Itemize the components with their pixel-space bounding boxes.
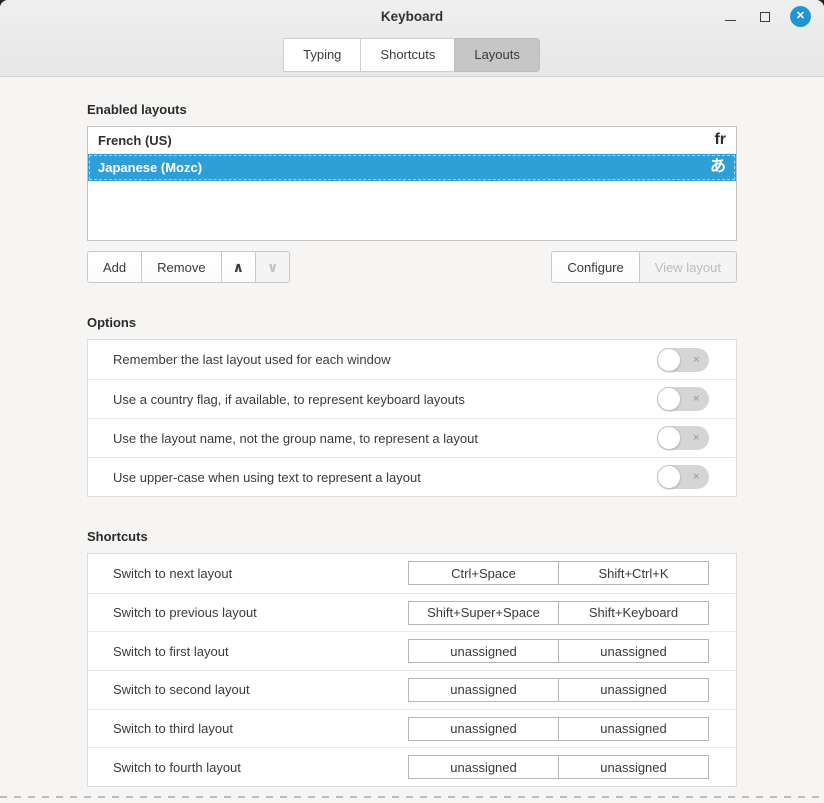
close-icon: ✕ bbox=[796, 11, 805, 22]
tab[interactable]: Shortcuts bbox=[360, 38, 455, 72]
remove-layout-button[interactable]: Remove bbox=[141, 251, 221, 283]
options-panel: Remember the last layout used for each w… bbox=[87, 339, 737, 497]
tab-label: Shortcuts bbox=[380, 47, 435, 62]
shortcut-bindings: Ctrl+Space Shift+Ctrl+K bbox=[408, 561, 709, 585]
chevron-down-icon: ∨ bbox=[267, 260, 278, 274]
window-resize-edge[interactable] bbox=[0, 796, 824, 798]
shortcut-bindings: unassigned unassigned bbox=[408, 678, 709, 702]
option-label: Use the layout name, not the group name,… bbox=[113, 431, 657, 446]
shortcut-row: Switch to next layout Ctrl+Space Shift+C… bbox=[88, 554, 736, 593]
add-layout-button[interactable]: Add bbox=[87, 251, 142, 283]
tab-label: Typing bbox=[303, 47, 341, 62]
shortcut-row: Switch to third layout unassigned unassi… bbox=[88, 709, 736, 748]
configure-button[interactable]: Configure bbox=[551, 251, 639, 283]
layouts-page: Enabled layouts French (US) fr Japanese … bbox=[0, 77, 824, 803]
option-row: Use a country flag, if available, to rep… bbox=[88, 379, 736, 418]
toggle-switch[interactable]: ✕ bbox=[657, 465, 709, 489]
layout-badge: あ bbox=[710, 159, 726, 175]
shortcut-binding-primary[interactable]: unassigned bbox=[408, 678, 559, 702]
shortcut-row: Switch to second layout unassigned unass… bbox=[88, 670, 736, 709]
toggle-switch[interactable]: ✕ bbox=[657, 426, 709, 450]
shortcut-label: Switch to first layout bbox=[113, 644, 408, 659]
tab[interactable]: Typing bbox=[283, 38, 361, 72]
shortcut-label: Switch to second layout bbox=[113, 682, 408, 697]
chevron-up-icon: ∧ bbox=[233, 260, 244, 274]
toggle-off-icon: ✕ bbox=[692, 395, 700, 404]
shortcut-binding-primary[interactable]: Ctrl+Space bbox=[408, 561, 559, 585]
option-label: Use upper-case when using text to repres… bbox=[113, 470, 657, 485]
layout-edit-group: Add Remove ∧ ∨ bbox=[87, 251, 290, 283]
tab[interactable]: Layouts bbox=[454, 38, 540, 72]
keyboard-window: Keyboard ✕ Typing Shortc bbox=[0, 0, 824, 803]
view-layout-button[interactable]: View layout bbox=[639, 251, 737, 283]
move-layout-up-button[interactable]: ∧ bbox=[221, 251, 256, 283]
option-label: Use a country flag, if available, to rep… bbox=[113, 392, 657, 407]
tab-label: Layouts bbox=[474, 47, 520, 62]
option-row: Use upper-case when using text to repres… bbox=[88, 457, 736, 496]
shortcut-row: Switch to previous layout Shift+Super+Sp… bbox=[88, 593, 736, 632]
shortcut-binding-primary[interactable]: unassigned bbox=[408, 717, 559, 741]
layout-badge: fr bbox=[714, 132, 726, 148]
shortcut-binding-primary[interactable]: Shift+Super+Space bbox=[408, 601, 559, 625]
shortcut-binding-primary[interactable]: unassigned bbox=[408, 755, 559, 779]
move-layout-down-button[interactable]: ∨ bbox=[255, 251, 290, 283]
shortcut-binding-secondary[interactable]: unassigned bbox=[558, 717, 709, 741]
toggle-knob bbox=[657, 426, 681, 450]
shortcut-label: Switch to next layout bbox=[113, 566, 408, 581]
shortcut-binding-secondary[interactable]: Shift+Ctrl+K bbox=[558, 561, 709, 585]
toggle-off-icon: ✕ bbox=[692, 434, 700, 443]
layout-tools-group: Configure View layout bbox=[551, 251, 737, 283]
shortcut-bindings: unassigned unassigned bbox=[408, 755, 709, 779]
enabled-layouts-list: French (US) fr Japanese (Mozc) あ bbox=[87, 126, 737, 241]
shortcut-binding-secondary[interactable]: unassigned bbox=[558, 678, 709, 702]
shortcut-binding-secondary[interactable]: unassigned bbox=[558, 639, 709, 663]
layout-list-item[interactable]: French (US) fr bbox=[88, 127, 736, 154]
shortcut-binding-secondary[interactable]: Shift+Keyboard bbox=[558, 601, 709, 625]
shortcut-binding-primary[interactable]: unassigned bbox=[408, 639, 559, 663]
titlebar: Keyboard ✕ bbox=[0, 0, 824, 33]
minimize-icon bbox=[725, 20, 736, 21]
shortcut-label: Switch to third layout bbox=[113, 721, 408, 736]
minimize-button[interactable] bbox=[720, 7, 740, 27]
shortcut-bindings: Shift+Super+Space Shift+Keyboard bbox=[408, 601, 709, 625]
toggle-knob bbox=[657, 465, 681, 489]
close-button[interactable]: ✕ bbox=[790, 6, 811, 27]
section-title-options: Options bbox=[87, 315, 737, 330]
tab-bar: Typing Shortcuts Layouts bbox=[0, 38, 824, 72]
option-row: Remember the last layout used for each w… bbox=[88, 340, 736, 379]
shortcut-bindings: unassigned unassigned bbox=[408, 639, 709, 663]
option-row: Use the layout name, not the group name,… bbox=[88, 418, 736, 457]
layout-name: Japanese (Mozc) bbox=[98, 160, 710, 175]
maximize-icon bbox=[760, 12, 770, 22]
window-header: Keyboard ✕ Typing Shortc bbox=[0, 0, 824, 77]
toggle-switch[interactable]: ✕ bbox=[657, 387, 709, 411]
window-controls: ✕ bbox=[720, 0, 811, 33]
window-title: Keyboard bbox=[381, 9, 443, 24]
shortcut-row: Switch to first layout unassigned unassi… bbox=[88, 631, 736, 670]
section-title-shortcuts: Shortcuts bbox=[87, 529, 737, 544]
option-label: Remember the last layout used for each w… bbox=[113, 352, 657, 367]
toggle-off-icon: ✕ bbox=[692, 355, 700, 364]
shortcuts-panel: Switch to next layout Ctrl+Space Shift+C… bbox=[87, 553, 737, 787]
toggle-knob bbox=[657, 348, 681, 372]
shortcut-row: Switch to fourth layout unassigned unass… bbox=[88, 747, 736, 786]
shortcut-binding-secondary[interactable]: unassigned bbox=[558, 755, 709, 779]
layout-actions: Add Remove ∧ ∨ Configure View layout bbox=[87, 251, 737, 283]
shortcut-label: Switch to previous layout bbox=[113, 605, 408, 620]
shortcut-bindings: unassigned unassigned bbox=[408, 717, 709, 741]
shortcut-label: Switch to fourth layout bbox=[113, 760, 408, 775]
maximize-button[interactable] bbox=[755, 7, 775, 27]
layout-name: French (US) bbox=[98, 133, 714, 148]
layout-list-item[interactable]: Japanese (Mozc) あ bbox=[88, 154, 736, 181]
section-title-enabled-layouts: Enabled layouts bbox=[87, 102, 737, 117]
toggle-switch[interactable]: ✕ bbox=[657, 348, 709, 372]
toggle-knob bbox=[657, 387, 681, 411]
toggle-off-icon: ✕ bbox=[692, 473, 700, 482]
